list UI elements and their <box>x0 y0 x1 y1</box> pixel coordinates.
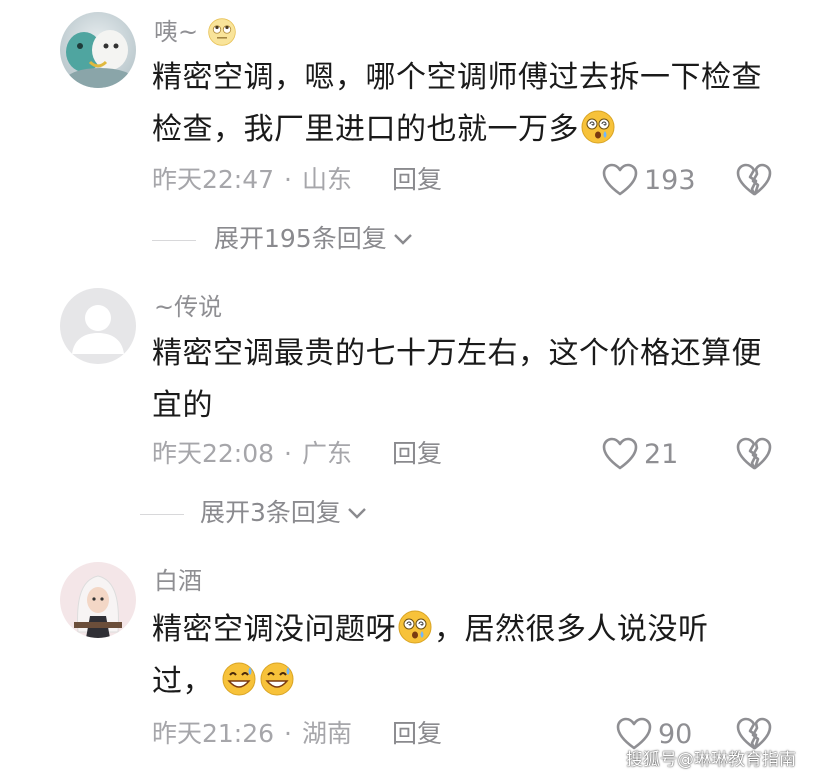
avatar[interactable] <box>60 288 136 364</box>
like-count: 21 <box>644 438 679 470</box>
comment-text-line: 精密空调，嗯，哪个空调师傅过去拆一下检查 <box>152 60 762 95</box>
location: 湖南 <box>302 719 353 748</box>
watermark: 搜狐号@琳琳教育指南 <box>626 750 796 770</box>
location: 广东 <box>302 439 353 468</box>
dizzy-face-emoji-icon <box>581 110 615 144</box>
comment-text: 精密空调最贵的七十万左右，这个价格还算便 宜的 <box>152 328 792 432</box>
reply-button[interactable]: 回复 <box>392 438 442 470</box>
username-text: 咦~ <box>154 18 199 46</box>
separator-dot: · <box>284 439 292 468</box>
divider <box>140 514 184 515</box>
comment-text-line: 精密空调最贵的七十万左右，这个价格还算便 <box>152 336 762 371</box>
rolling-eyes-emoji-icon <box>208 18 236 46</box>
broken-heart-icon[interactable] <box>736 436 772 472</box>
location: 山东 <box>302 165 353 194</box>
grinning-sweat-emoji-icon <box>222 662 256 696</box>
white-hair-character-avatar-icon <box>60 562 136 638</box>
dragon-figurine-avatar-icon <box>60 12 136 88</box>
broken-heart-icon[interactable] <box>736 162 772 198</box>
timestamp: 昨天22:47 <box>152 165 275 194</box>
avatar[interactable] <box>60 12 136 88</box>
heart-icon <box>602 437 638 470</box>
avatar[interactable] <box>60 562 136 638</box>
like-count: 193 <box>644 164 696 196</box>
comment-meta: 昨天22:08 · 广东 <box>152 438 352 470</box>
expand-replies-button[interactable]: 展开195条回复 <box>214 223 415 255</box>
expand-replies-label: 展开3条回复 <box>200 498 341 527</box>
separator-dot: · <box>284 719 292 748</box>
comment-text: 精密空调没问题呀 ，居然很多人说没听 过， <box>152 604 792 708</box>
chevron-down-icon <box>348 508 366 519</box>
comment-meta: 昨天21:26 · 湖南 <box>152 718 352 750</box>
reply-button[interactable]: 回复 <box>392 164 442 196</box>
grinning-sweat-emoji-icon <box>260 662 294 696</box>
default-user-avatar-icon <box>60 288 136 364</box>
username[interactable]: ~传说 <box>154 292 222 322</box>
like-button[interactable]: 193 <box>602 160 696 200</box>
expand-replies-button[interactable]: 展开3条回复 <box>200 497 369 529</box>
expand-replies-label: 展开195条回复 <box>214 224 387 253</box>
comment-text-line: 宜的 <box>152 388 213 423</box>
separator-dot: · <box>284 165 292 194</box>
username[interactable]: 咦~ <box>154 17 238 47</box>
chevron-down-icon <box>393 234 412 245</box>
comment-text-line: 精密空调没问题呀 ，居然很多人说没听 <box>152 604 792 656</box>
comment-meta: 昨天22:47 · 山东 <box>152 164 352 196</box>
timestamp: 昨天22:08 <box>152 439 275 468</box>
comment-text: 精密空调，嗯，哪个空调师傅过去拆一下检查 检查，我厂里进口的也就一万多 <box>152 52 792 156</box>
timestamp: 昨天21:26 <box>152 719 275 748</box>
dizzy-face-emoji-icon <box>398 610 432 644</box>
username[interactable]: 白酒 <box>154 566 202 596</box>
divider <box>152 240 196 241</box>
heart-icon <box>602 163 638 196</box>
comment-text-line: 过， <box>152 656 792 708</box>
like-button[interactable]: 21 <box>602 434 678 474</box>
reply-button[interactable]: 回复 <box>392 718 442 750</box>
comment-text-line: 检查，我厂里进口的也就一万多 <box>152 104 792 156</box>
